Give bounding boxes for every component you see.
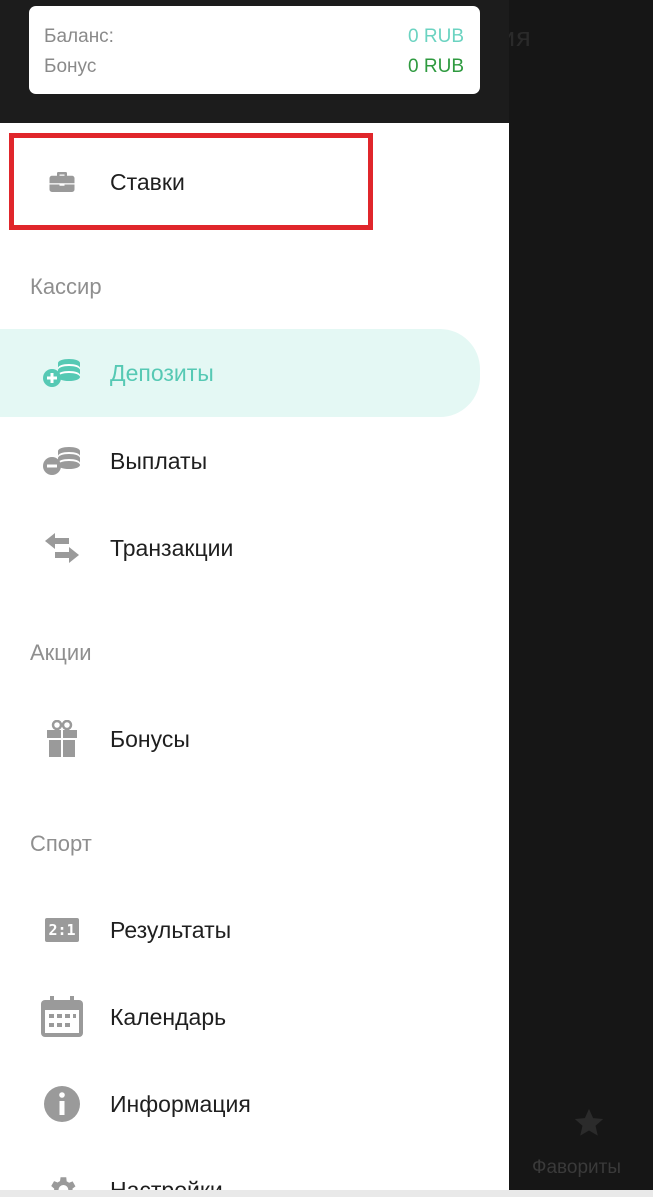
menu-item-payouts[interactable]: Выплаты xyxy=(0,431,480,491)
menu-item-label: Результаты xyxy=(110,916,232,943)
score-icon: 2:1 xyxy=(40,908,84,952)
bonus-value: 0 RUB xyxy=(408,56,464,77)
app-screen: ия Фавориты Баланс: 0 RUB Бонус 0 RUB Ст… xyxy=(0,0,653,1197)
swap-arrows-icon xyxy=(40,526,84,570)
menu-item-label: Выплаты xyxy=(110,447,208,474)
menu-item-results[interactable]: 2:1 Результаты xyxy=(0,900,480,960)
bonus-label: Бонус xyxy=(44,56,97,77)
drawer-header: Баланс: 0 RUB Бонус 0 RUB xyxy=(0,0,509,123)
menu-item-label: Ставки xyxy=(110,168,185,195)
menu-item-calendar[interactable]: Календарь xyxy=(0,987,480,1047)
menu-item-bets[interactable]: Ставки xyxy=(0,152,480,212)
section-header-promo: Акции xyxy=(30,640,92,665)
menu-item-bonuses[interactable]: Бонусы xyxy=(0,709,480,769)
menu-item-label: Календарь xyxy=(110,1003,227,1030)
dimmed-backdrop[interactable] xyxy=(509,0,653,1197)
menu-item-label: Бонусы xyxy=(110,725,190,752)
menu-item-deposits[interactable]: Депозиты xyxy=(0,329,480,417)
balance-label: Баланс: xyxy=(44,26,114,47)
balance-card: Баланс: 0 RUB Бонус 0 RUB xyxy=(29,6,480,94)
calendar-icon xyxy=(40,995,84,1039)
score-icon-text: 2:1 xyxy=(45,918,79,942)
menu-item-label: Информация xyxy=(110,1090,251,1117)
star-icon[interactable] xyxy=(572,1106,606,1140)
menu-item-label: Транзакции xyxy=(110,534,234,561)
navigation-drawer: Баланс: 0 RUB Бонус 0 RUB Ставки Кассир xyxy=(0,0,509,1197)
info-icon xyxy=(40,1082,84,1126)
menu-item-info[interactable]: Информация xyxy=(0,1074,480,1134)
gift-icon xyxy=(40,717,84,761)
bonus-row: Бонус 0 RUB xyxy=(44,56,464,78)
menu-item-label: Депозиты xyxy=(110,359,214,386)
coins-plus-icon xyxy=(40,351,84,395)
balance-value: 0 RUB xyxy=(408,26,464,47)
favorites-tab-label[interactable]: Фавориты xyxy=(532,1157,621,1179)
briefcase-icon xyxy=(40,160,84,204)
section-header-sport: Спорт xyxy=(30,831,92,856)
section-header-cashier: Кассир xyxy=(30,274,102,299)
balance-row: Баланс: 0 RUB xyxy=(44,26,464,48)
bottom-edge xyxy=(0,1190,653,1197)
coins-minus-icon xyxy=(40,439,84,483)
menu-item-transactions[interactable]: Транзакции xyxy=(0,518,480,578)
